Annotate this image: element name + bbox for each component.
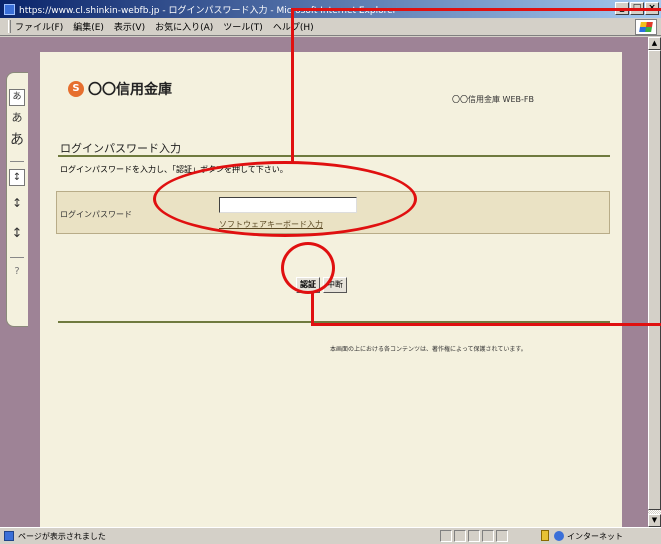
menu-favorites[interactable]: お気に入り(A) [155,20,213,33]
page-title: ログインパスワード入力 [60,142,181,155]
vertical-scrollbar[interactable]: ▲ ▼ [648,37,661,527]
cancel-button[interactable]: 中断 [323,277,347,293]
maximize-button[interactable]: □ [630,2,644,15]
login-button[interactable]: 認証 [296,277,320,293]
content-panel: S 〇〇信用金庫 〇〇信用金庫 WEB-FB ログインパスワード入力 ログインパ… [40,52,622,528]
window-titlebar: https://www.cl.shinkin-webfb.jp - ログインパス… [0,0,661,18]
toolbar-grip [8,20,11,33]
software-keyboard-link[interactable]: ソフトウェアキーボード入力 [219,219,323,230]
divider [10,257,24,258]
line-spacing-large-button[interactable]: ↕ [9,223,25,247]
line-spacing-small-button[interactable]: ↕ [9,169,25,186]
bank-service-name: 〇〇信用金庫 WEB-FB [452,95,534,104]
close-button[interactable]: × [645,2,659,15]
scroll-up-arrow-icon[interactable]: ▲ [648,37,661,50]
help-button[interactable]: ? [9,265,25,281]
window-title: https://www.cl.shinkin-webfb.jp - ログインパス… [19,5,397,16]
menu-help[interactable]: ヘルプ(H) [273,20,314,33]
menu-tools[interactable]: ツール(T) [223,20,263,33]
lock-icon [541,530,549,541]
status-bar: ページが表示されました インターネット [0,527,661,544]
status-cell [468,530,480,542]
status-text: ページが表示されました [18,532,106,541]
ie-icon [4,3,15,15]
menu-bar: ファイル(F) 編集(E) 表示(V) お気に入り(A) ツール(T) ヘルプ(… [0,18,661,36]
status-cell [496,530,508,542]
internet-zone-icon [554,531,564,541]
font-small-button[interactable]: あ [9,89,25,106]
page-done-icon [4,531,14,541]
status-cell [440,530,452,542]
font-medium-button[interactable]: あ [9,110,25,128]
line-spacing-medium-button[interactable]: ↕ [9,193,25,215]
windows-logo-icon [635,19,657,35]
window-controls: _ □ × [615,2,659,15]
scroll-down-arrow-icon[interactable]: ▼ [648,514,661,527]
footer-divider [58,321,610,323]
security-zone-text: インターネット [567,532,623,541]
status-cells [440,530,510,542]
minimize-button[interactable]: _ [615,2,629,15]
password-input[interactable] [219,197,357,213]
status-cell [454,530,466,542]
copyright-notice: 本画面の上における各コンテンツは、著作権によって保護されています。 [330,346,527,353]
shinkin-logo-icon: S [68,81,84,97]
scroll-thumb[interactable] [648,50,661,510]
status-cell [482,530,494,542]
bank-logo-text: 〇〇信用金庫 [88,82,172,98]
bank-logo: S 〇〇信用金庫 [68,79,172,99]
font-size-tab: あ あ あ ↕ ↕ ↕ ? [6,72,28,327]
menu-view[interactable]: 表示(V) [114,20,145,33]
divider [10,161,24,162]
menu-edit[interactable]: 編集(E) [73,20,104,33]
title-divider [58,155,610,157]
browser-viewport: あ あ あ ↕ ↕ ↕ ? S 〇〇信用金庫 〇〇信用金庫 WEB-FB ログイ… [0,37,648,528]
password-label: ログインパスワード [60,210,132,219]
instruction-text: ログインパスワードを入力し、「認証」ボタンを押して下さい。 [60,165,288,174]
menu-file[interactable]: ファイル(F) [15,20,63,33]
font-large-button[interactable]: あ [9,131,25,152]
